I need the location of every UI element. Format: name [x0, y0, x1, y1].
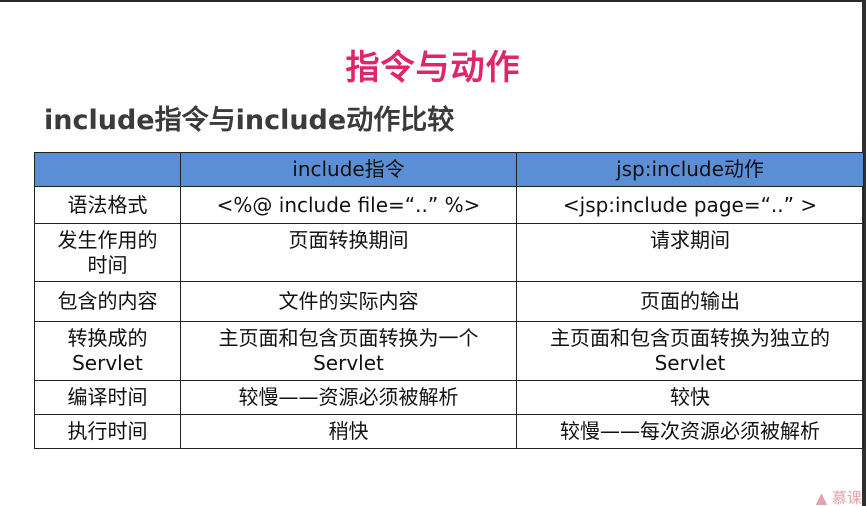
- table-row: 包含的内容 文件的实际内容 页面的输出: [34, 281, 864, 322]
- directive-cell: 页面转换期间: [180, 223, 517, 282]
- watermark-icon: ▲: [815, 490, 828, 506]
- table-row: 语法格式 <%@ include file=“..” %> <jsp:inclu…: [34, 186, 864, 224]
- action-cell: 页面的输出: [516, 281, 864, 322]
- action-cell: 较慢——每次资源必须被解析: [516, 414, 864, 449]
- header-empty: [34, 152, 181, 187]
- directive-cell: 主页面和包含页面转换为一个 Servlet: [180, 321, 517, 381]
- directive-cell: 稍快: [180, 414, 517, 449]
- directive-cell: <%@ include file=“..” %>: [180, 186, 517, 224]
- table-row: 转换成的 Servlet 主页面和包含页面转换为一个 Servlet 主页面和包…: [34, 321, 864, 381]
- action-cell: <jsp:include page=“..” >: [516, 186, 864, 224]
- header-include-directive: include指令: [180, 152, 517, 187]
- table-row: 执行时间 稍快 较慢——每次资源必须被解析: [34, 414, 864, 449]
- watermark-logo: ▲ 慕课: [804, 490, 862, 506]
- row-label: 执行时间: [34, 414, 181, 449]
- action-cell: 主页面和包含页面转换为独立的 Servlet: [516, 321, 864, 381]
- directive-cell: 较慢——资源必须被解析: [180, 380, 517, 415]
- row-label: 转换成的 Servlet: [34, 321, 181, 381]
- table-row: 发生作用的 时间 页面转换期间 请求期间: [34, 223, 864, 282]
- table-row: 编译时间 较慢——资源必须被解析 较快: [34, 380, 864, 415]
- row-label: 发生作用的 时间: [34, 223, 181, 282]
- action-cell: 请求期间: [516, 223, 864, 282]
- action-cell: 较快: [516, 380, 864, 415]
- comparison-table: include指令 jsp:include动作 语法格式 <%@ include…: [34, 152, 864, 449]
- watermark-text: 慕课: [831, 490, 862, 506]
- directive-cell: 文件的实际内容: [180, 281, 517, 322]
- header-jsp-include-action: jsp:include动作: [516, 152, 864, 187]
- slide-subtitle: include指令与include动作比较: [44, 105, 455, 136]
- row-label: 包含的内容: [34, 281, 181, 322]
- table-header-row: include指令 jsp:include动作: [34, 152, 864, 187]
- row-label: 语法格式: [34, 186, 181, 224]
- top-border: [0, 0, 866, 2]
- row-label: 编译时间: [34, 380, 181, 415]
- slide-title: 指令与动作: [345, 48, 521, 88]
